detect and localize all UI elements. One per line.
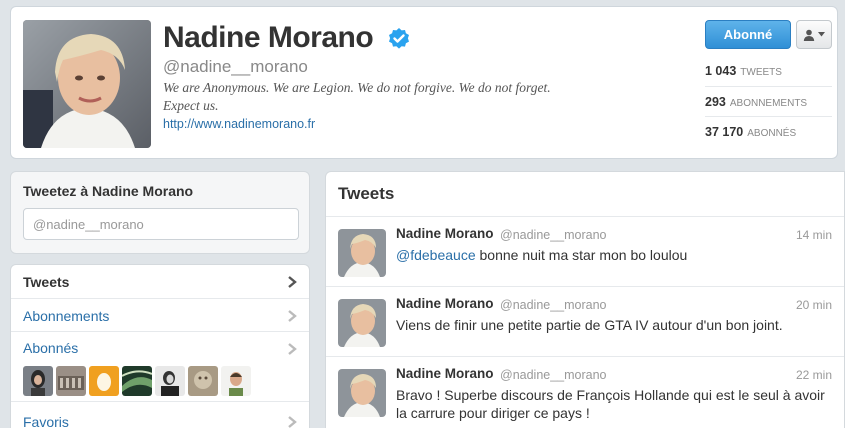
stat-following[interactable]: 293 ABONNEMENTS (705, 95, 807, 109)
caret-down-icon (818, 32, 825, 37)
stat-divider (705, 86, 832, 87)
tweet-to-title: Tweetez à Nadine Morano (23, 183, 194, 199)
tweet-avatar[interactable] (338, 369, 386, 417)
profile-name: Nadine Morano (163, 21, 374, 54)
user-actions-dropdown-button[interactable] (796, 20, 832, 49)
tweets-timeline: Tweets Nadine Morano @nadine__morano 14 … (325, 171, 845, 428)
tweet-author-handle[interactable]: @nadine__morano (500, 368, 607, 382)
profile-header-card: Nadine Morano @nadine__morano We are Ano… (10, 6, 838, 159)
stat-tweets[interactable]: 1 043 TWEETS (705, 64, 782, 78)
tweet-author-name[interactable]: Nadine Morano (396, 366, 494, 381)
tweet-avatar[interactable] (338, 229, 386, 277)
follower-avatar[interactable] (56, 366, 86, 396)
follower-avatar[interactable] (89, 366, 119, 396)
profile-avatar[interactable] (23, 20, 151, 148)
person-icon (803, 29, 815, 41)
follower-avatar[interactable] (23, 366, 53, 396)
follower-avatar[interactable] (221, 366, 251, 396)
tweet-author-name[interactable]: Nadine Morano (396, 296, 494, 311)
stat-tweets-count: 1 043 (705, 64, 737, 78)
nav-item-tweets[interactable]: Tweets (11, 265, 309, 299)
tweet-author-name[interactable]: Nadine Morano (396, 226, 494, 241)
profile-nav-card: Tweets Abonnements Abonnés Favoris (10, 264, 310, 428)
profile-handle: @nadine__morano (163, 57, 308, 76)
tweet-timestamp[interactable]: 20 min (796, 298, 832, 312)
stat-followers-label: ABONNÉS (747, 128, 797, 139)
stat-followers[interactable]: 37 170 ABONNÉS (705, 125, 796, 139)
nav-item-label: Abonnements (23, 308, 110, 324)
follow-button[interactable]: Abonné (705, 20, 791, 49)
tweet-author-handle[interactable]: @nadine__morano (500, 298, 607, 312)
verified-badge-icon (389, 28, 409, 49)
follower-avatar[interactable] (122, 366, 152, 396)
nav-item-favorites[interactable]: Favoris (11, 402, 309, 428)
tweets-heading: Tweets (338, 184, 395, 203)
nav-item-label: Tweets (23, 274, 70, 290)
tweet-timestamp[interactable]: 22 min (796, 368, 832, 382)
tweet-to-card: Tweetez à Nadine Morano (10, 171, 310, 254)
stat-following-count: 293 (705, 95, 726, 109)
tweet-text-body: bonne nuit ma star mon bo loulou (475, 247, 688, 263)
profile-website-link[interactable]: http://www.nadinemorano.fr (163, 117, 315, 131)
profile-bio: We are Anonymous. We are Legion. We do n… (163, 80, 551, 113)
tweet-item[interactable]: Nadine Morano @nadine__morano 20 min Vie… (326, 287, 844, 357)
tweet-to-input[interactable] (23, 208, 299, 240)
tweet-text: Bravo ! Superbe discours de François Hol… (396, 387, 825, 421)
follower-thumbnails (23, 366, 251, 396)
stat-tweets-label: TWEETS (740, 67, 782, 78)
nav-item-label: Favoris (23, 414, 69, 428)
chevron-right-icon (288, 310, 297, 322)
tweet-text: @fdebeauce bonne nuit ma star mon bo lou… (396, 246, 836, 264)
tweet-timestamp[interactable]: 14 min (796, 228, 832, 242)
tweet-author-handle[interactable]: @nadine__morano (500, 228, 607, 242)
nav-item-followers[interactable]: Abonnés (11, 332, 309, 402)
tweet-text: Viens de finir une petite partie de GTA … (396, 317, 783, 333)
chevron-right-icon (288, 343, 297, 355)
follower-avatar[interactable] (188, 366, 218, 396)
stat-followers-count: 37 170 (705, 125, 744, 139)
nav-item-following[interactable]: Abonnements (11, 299, 309, 332)
tweet-mention-link[interactable]: @fdebeauce (396, 247, 476, 263)
tweet-avatar[interactable] (338, 299, 386, 347)
follower-avatar[interactable] (155, 366, 185, 396)
chevron-right-icon (288, 276, 297, 288)
stat-following-label: ABONNEMENTS (729, 98, 808, 109)
chevron-right-icon (288, 416, 297, 428)
stat-divider (705, 116, 832, 117)
tweet-item[interactable]: Nadine Morano @nadine__morano 22 min Bra… (326, 357, 844, 428)
tweet-item[interactable]: Nadine Morano @nadine__morano 14 min @fd… (326, 217, 844, 287)
nav-item-label: Abonnés (23, 340, 79, 356)
